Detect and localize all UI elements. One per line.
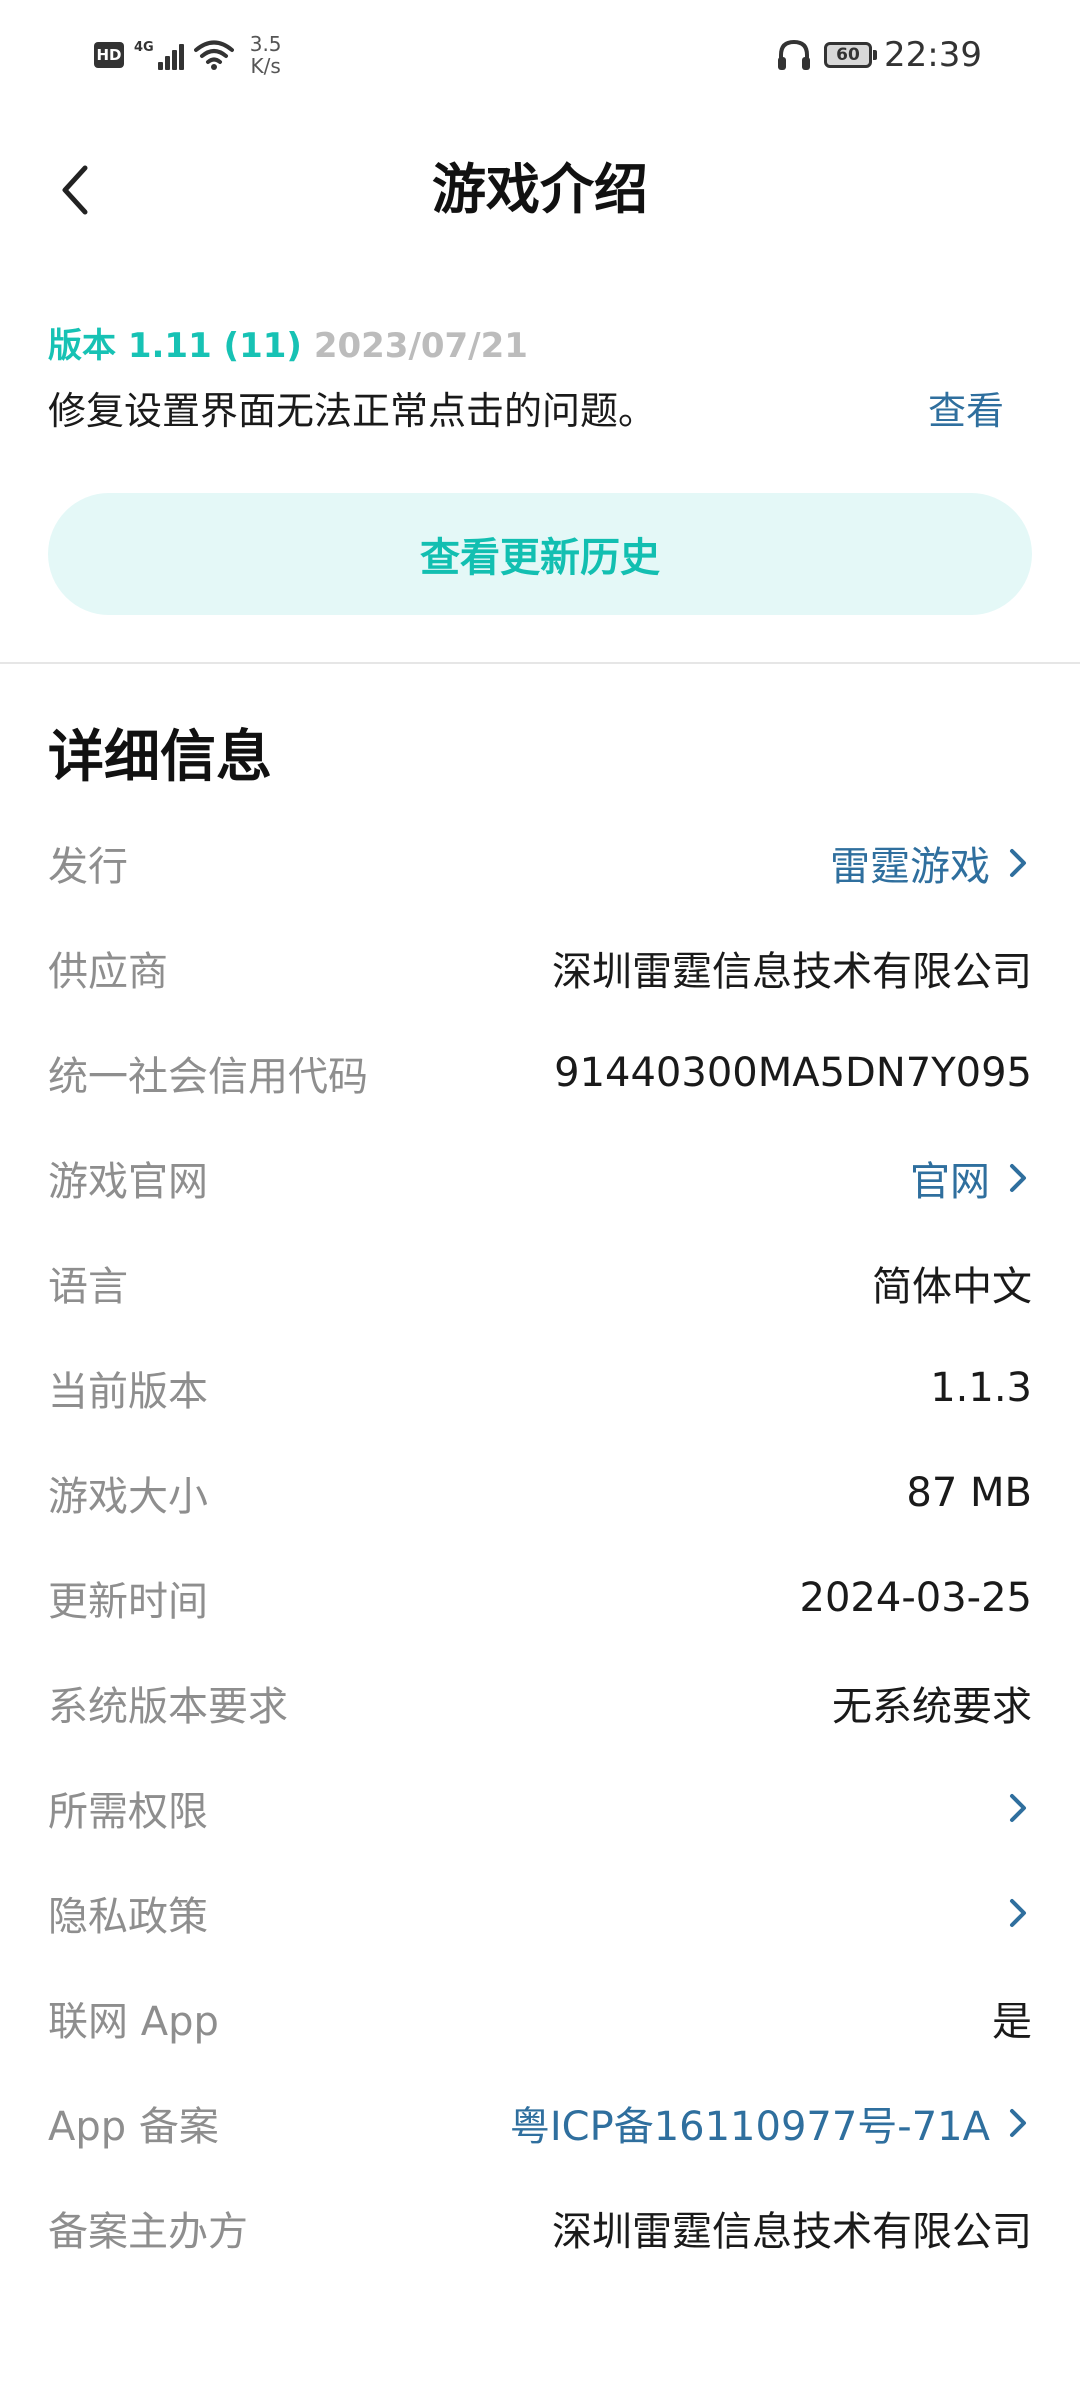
detail-value: 无系统要求: [832, 1674, 1032, 1732]
detail-value: 深圳雷霆信息技术有限公司: [552, 939, 1032, 997]
detail-label: 隐私政策: [48, 1893, 208, 1940]
detail-row[interactable]: 隐私政策: [48, 1860, 1032, 1965]
divider: [0, 662, 1080, 664]
detail-label: 系统版本要求: [48, 1683, 288, 1730]
update-history-button[interactable]: 查看更新历史: [48, 493, 1032, 615]
status-bar-left: HD 4G 3.5 K/s: [94, 30, 282, 80]
network-speed-unit: K/s: [250, 54, 281, 78]
detail-row: 统一社会信用代码 91440300MA5DN7Y095: [48, 1020, 1032, 1125]
detail-row[interactable]: App 备案 粤ICP备16110977号-71A: [48, 2070, 1032, 2175]
detail-value[interactable]: 官网: [910, 1149, 1032, 1207]
detail-value[interactable]: [990, 1893, 1032, 1933]
chevron-right-icon: [1004, 1158, 1032, 1198]
detail-value: 1.1.3: [930, 1365, 1032, 1411]
detail-label: 当前版本: [48, 1368, 208, 1415]
chevron-right-icon: [1004, 2103, 1032, 2143]
detail-label: 统一社会信用代码: [48, 1053, 368, 1100]
detail-value: 2024-03-25: [800, 1575, 1032, 1621]
detail-row: 语言 简体中文: [48, 1230, 1032, 1335]
detail-value-text: 粤ICP备16110977号-71A: [509, 2103, 990, 2150]
chevron-right-icon: [1004, 843, 1032, 883]
detail-value-text: 1.1.3: [930, 1364, 1032, 1411]
battery-icon: 60: [824, 42, 878, 68]
network-type: 4G: [134, 40, 154, 55]
detail-value-text: 深圳雷霆信息技术有限公司: [552, 948, 1032, 995]
detail-row: 联网 App 是: [48, 1965, 1032, 2070]
header: 游戏介绍: [0, 130, 1080, 250]
detail-row: 当前版本 1.1.3: [48, 1335, 1032, 1440]
version-label: 版本 1.11 (11): [48, 326, 302, 366]
detail-label: 语言: [48, 1263, 128, 1310]
detail-value-text: 官网: [910, 1158, 990, 1205]
detail-label: 更新时间: [48, 1578, 208, 1625]
detail-row[interactable]: 游戏官网 官网: [48, 1125, 1032, 1230]
detail-row[interactable]: 所需权限: [48, 1755, 1032, 1860]
detail-value[interactable]: 粤ICP备16110977号-71A: [510, 2094, 1032, 2152]
detail-value-text: 无系统要求: [832, 1683, 1032, 1730]
detail-list: 发行 雷霆游戏 供应商 深圳雷霆信息技术有限公司 统一社会信用代码 91440300MA5…: [48, 810, 1032, 2280]
detail-row: 供应商 深圳雷霆信息技术有限公司: [48, 915, 1032, 1020]
page-title: 游戏介绍: [432, 158, 648, 221]
detail-row: 更新时间 2024-03-25: [48, 1545, 1032, 1650]
status-bar: HD 4G 3.5 K/s 60 22:39: [0, 0, 1080, 110]
detail-value: 87 MB: [906, 1470, 1032, 1516]
detail-value: 简体中文: [872, 1254, 1032, 1312]
detail-value-text: 简体中文: [872, 1263, 1032, 1310]
detail-row: 系统版本要求 无系统要求: [48, 1650, 1032, 1755]
detail-row: 备案主办方 深圳雷霆信息技术有限公司: [48, 2175, 1032, 2280]
detail-label: App 备案: [48, 2103, 219, 2150]
detail-label: 游戏大小: [48, 1473, 208, 1520]
detail-value-text: 雷霆游戏: [830, 843, 990, 890]
clock: 22:39: [884, 35, 982, 75]
detail-value-text: 深圳雷霆信息技术有限公司: [552, 2208, 1032, 2255]
detail-value[interactable]: 雷霆游戏: [830, 834, 1032, 892]
detail-value: 91440300MA5DN7Y095: [554, 1050, 1032, 1096]
version-date: 2023/07/21: [313, 326, 528, 366]
detail-label: 联网 App: [48, 1998, 219, 2045]
detail-label: 供应商: [48, 948, 168, 995]
version-line: 版本 1.11 (11) 2023/07/21: [48, 318, 528, 367]
headphones-icon: [778, 39, 811, 70]
detail-value-text: 2024-03-25: [799, 1574, 1032, 1621]
network-speed: 3.5 K/s: [250, 33, 282, 77]
detail-value[interactable]: [990, 1788, 1032, 1828]
detail-label: 备案主办方: [48, 2208, 248, 2255]
wifi-icon: [193, 40, 234, 70]
view-link[interactable]: 查看: [928, 380, 1004, 435]
detail-value: 是: [992, 1989, 1032, 2047]
chevron-right-icon: [1004, 1893, 1032, 1933]
detail-row[interactable]: 发行 雷霆游戏: [48, 810, 1032, 915]
detail-value-text: 是: [992, 1998, 1032, 2045]
detail-value-text: 91440300MA5DN7Y095: [554, 1049, 1032, 1096]
detail-label: 发行: [48, 843, 128, 890]
detail-label: 游戏官网: [48, 1158, 208, 1205]
network-speed-value: 3.5: [249, 32, 282, 56]
detail-row: 游戏大小 87 MB: [48, 1440, 1032, 1545]
status-bar-right: 60 22:39: [776, 30, 982, 80]
version-note: 修复设置界面无法正常点击的问题。: [48, 389, 657, 433]
section-title-details: 详细信息: [48, 725, 272, 790]
cell-signal-icon: 4G: [134, 40, 184, 70]
chevron-right-icon: [1004, 1788, 1032, 1828]
detail-value-text: 87 MB: [906, 1469, 1032, 1516]
hd-badge: HD: [94, 42, 124, 68]
detail-label: 所需权限: [48, 1788, 208, 1835]
detail-value: 深圳雷霆信息技术有限公司: [552, 2199, 1032, 2257]
